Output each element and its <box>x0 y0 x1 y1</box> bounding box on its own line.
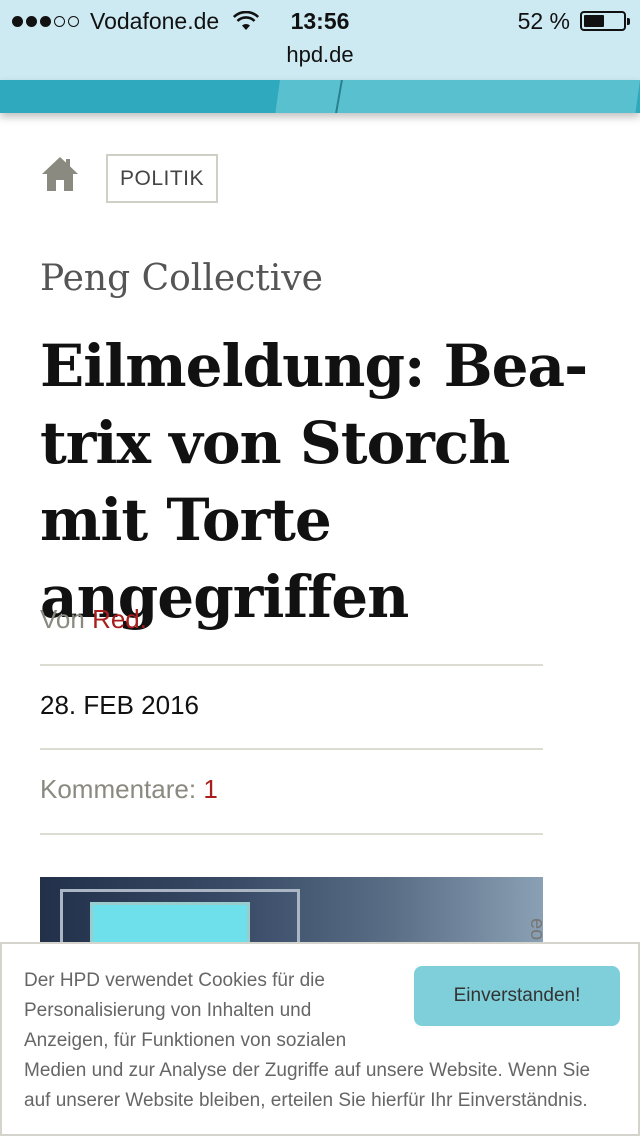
article-kicker: Peng Collective <box>40 258 323 299</box>
accept-cookies-button[interactable]: Einverstanden! <box>414 966 620 1026</box>
site-header-bar <box>0 80 640 113</box>
battery-icon <box>580 11 630 31</box>
battery-percent: 52 % <box>517 7 570 34</box>
divider <box>40 748 543 750</box>
divider <box>40 833 543 835</box>
author-link[interactable]: Red. <box>92 604 147 634</box>
comments-label: Kommentare: <box>40 774 197 804</box>
image-caption-fragment: eo <box>526 918 548 941</box>
status-right: 52 % <box>517 6 630 36</box>
home-icon[interactable] <box>40 155 80 193</box>
comments-line: Kommentare: 1 <box>40 774 543 805</box>
author-prefix: Von <box>40 604 85 634</box>
comments-count-link[interactable]: 1 <box>203 774 217 804</box>
address-bar-url[interactable]: hpd.de <box>0 40 640 70</box>
category-tag-politik[interactable]: POLITIK <box>106 154 219 203</box>
cookie-banner: Der HPD verwendet Cookies für die Person… <box>0 942 640 1136</box>
divider <box>40 664 543 666</box>
publish-date: 28. FEB 2016 <box>40 690 199 720</box>
article-headline: Eilmeldung: Bea-trix von Storch mit Tort… <box>40 332 588 631</box>
status-bar: Vodafone.de 13:56 52 % hpd.de <box>0 0 640 80</box>
author-line: Von Red. <box>40 604 543 635</box>
